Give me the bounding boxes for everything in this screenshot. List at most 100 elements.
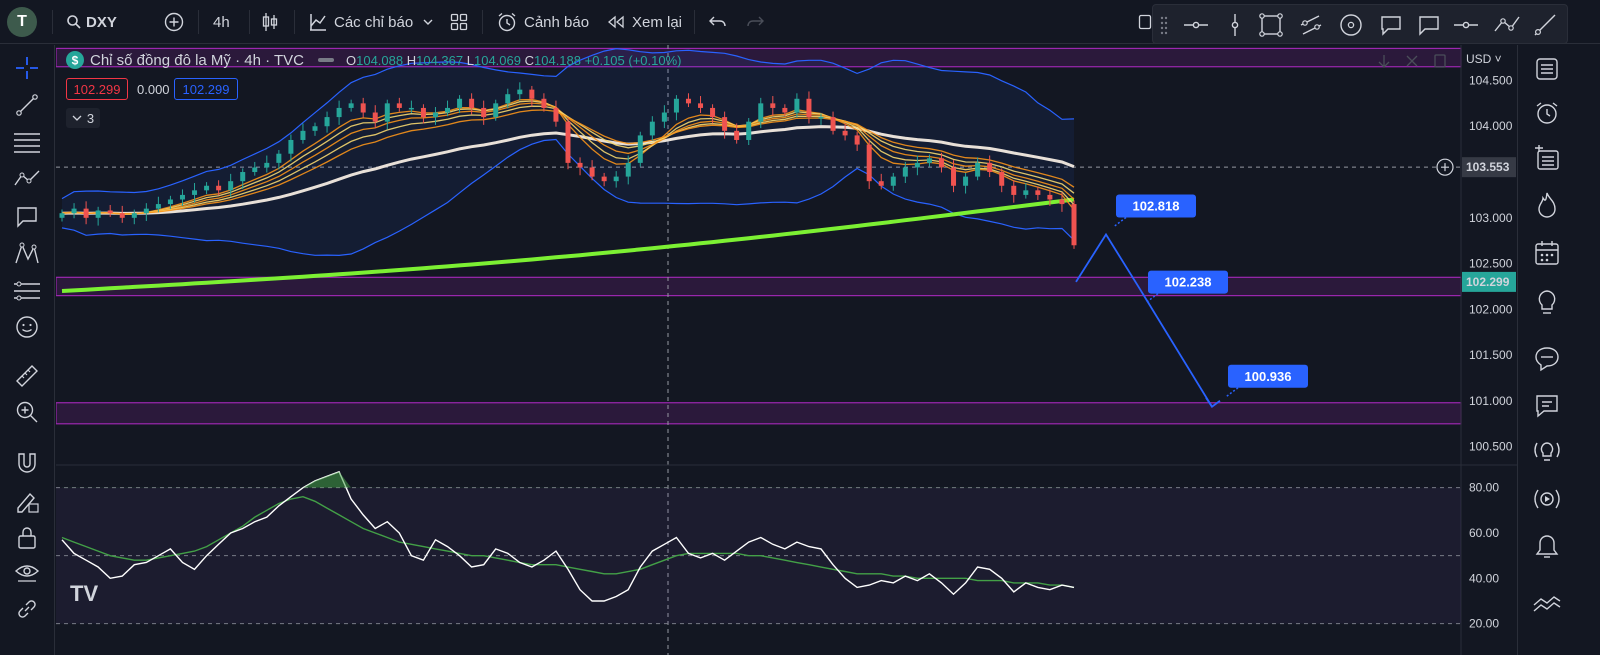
candle-body[interactable] xyxy=(770,103,776,108)
candle-body[interactable] xyxy=(1059,199,1065,205)
candle-body[interactable] xyxy=(685,98,691,104)
horizontal-line-icon[interactable] xyxy=(1183,15,1209,35)
candle-body[interactable] xyxy=(577,162,583,168)
data-window-icon[interactable] xyxy=(1534,145,1560,171)
notifications-icon[interactable] xyxy=(1534,533,1560,561)
calendar-icon[interactable] xyxy=(1534,240,1560,266)
forecast-icon[interactable] xyxy=(13,279,41,303)
link-icon[interactable] xyxy=(15,597,39,621)
candle-body[interactable] xyxy=(469,98,475,108)
candle-body[interactable] xyxy=(782,107,788,113)
ray-icon[interactable] xyxy=(1533,13,1557,37)
candle-body[interactable] xyxy=(902,167,908,177)
crosshair-icon[interactable] xyxy=(15,56,39,80)
vertical-line-icon[interactable] xyxy=(1227,13,1243,37)
hotlist-icon[interactable] xyxy=(1535,191,1559,219)
layers-icon[interactable] xyxy=(1532,593,1562,615)
indicators-button[interactable]: Các chỉ báo xyxy=(308,0,433,44)
candle-body[interactable] xyxy=(722,117,728,131)
candle-body[interactable] xyxy=(1011,185,1017,195)
candle-body[interactable] xyxy=(204,185,210,191)
candle-body[interactable] xyxy=(625,162,631,177)
candle-body[interactable] xyxy=(348,103,354,108)
candle-body[interactable] xyxy=(276,153,282,163)
candle-body[interactable] xyxy=(517,89,523,95)
candle-body[interactable] xyxy=(794,98,800,113)
xabcd-icon[interactable] xyxy=(13,241,41,267)
candle-body[interactable] xyxy=(179,194,185,200)
candle-body[interactable] xyxy=(999,172,1005,186)
callout-icon[interactable] xyxy=(1379,14,1403,36)
candle-body[interactable] xyxy=(746,121,752,140)
fib-icon[interactable] xyxy=(13,130,41,154)
candle-body[interactable] xyxy=(59,213,65,218)
candle-body[interactable] xyxy=(854,135,860,145)
messages-icon[interactable] xyxy=(1534,393,1560,419)
sr-zone[interactable] xyxy=(56,402,1462,425)
symbol-search[interactable]: DXY xyxy=(66,0,117,44)
candle-body[interactable] xyxy=(914,162,920,168)
candle-body[interactable] xyxy=(372,112,378,122)
legend-collapse-icon[interactable] xyxy=(317,58,334,62)
candle-body[interactable] xyxy=(830,117,836,131)
add-alert-icon[interactable] xyxy=(1436,158,1454,176)
path-icon[interactable] xyxy=(1493,13,1521,37)
arrow-down-icon[interactable] xyxy=(1378,54,1390,68)
candle-body[interactable] xyxy=(963,176,969,186)
trendline-icon[interactable] xyxy=(15,93,39,117)
candle-body[interactable] xyxy=(408,107,414,110)
compare-button[interactable] xyxy=(164,0,184,44)
candle-body[interactable] xyxy=(710,107,716,118)
text-icon[interactable] xyxy=(15,205,39,229)
chat-icon[interactable] xyxy=(1533,345,1561,373)
candle-body[interactable] xyxy=(637,135,643,163)
candle-body[interactable] xyxy=(842,130,848,136)
candle-body[interactable] xyxy=(493,103,499,118)
price-chart[interactable]: TV 104.500104.000103.500103.000102.50010… xyxy=(56,45,1517,655)
candle-body[interactable] xyxy=(926,158,932,163)
candle-body[interactable] xyxy=(288,139,294,154)
eye-icon[interactable] xyxy=(14,561,40,585)
candle-body[interactable] xyxy=(155,204,161,209)
parallel-channel-icon[interactable] xyxy=(1299,13,1323,37)
candle-body[interactable] xyxy=(758,103,764,122)
candle-body[interactable] xyxy=(228,181,234,191)
candle-body[interactable] xyxy=(216,185,222,191)
candle-body[interactable] xyxy=(698,103,704,108)
currency-selector[interactable]: USD ˅ xyxy=(1466,52,1502,66)
candle-body[interactable] xyxy=(1071,204,1077,246)
buy-price-chip[interactable]: 102.299 xyxy=(174,78,238,100)
maximize-icon[interactable] xyxy=(1434,54,1446,68)
ruler-icon[interactable] xyxy=(14,363,40,389)
undo-button[interactable] xyxy=(708,0,728,44)
candle-body[interactable] xyxy=(987,162,993,173)
candle-body[interactable] xyxy=(734,130,740,140)
sell-price-chip[interactable]: 102.299 xyxy=(66,78,128,100)
fullscreen-button[interactable] xyxy=(1138,0,1152,44)
candle-body[interactable] xyxy=(553,107,559,122)
candle-body[interactable] xyxy=(119,213,125,218)
candle-body[interactable] xyxy=(1035,190,1041,195)
alarm-icon[interactable] xyxy=(1534,100,1560,126)
candle-body[interactable] xyxy=(240,172,246,182)
redo-button[interactable] xyxy=(745,0,765,44)
candle-body[interactable] xyxy=(95,210,101,218)
price-line-icon[interactable] xyxy=(1453,15,1479,35)
candle-body[interactable] xyxy=(312,126,318,131)
chart-legend[interactable]: $ Chỉ số đồng đô la Mỹ · 4h · TVC O104.0… xyxy=(66,51,681,69)
candle-body[interactable] xyxy=(107,210,113,214)
replay-button[interactable]: Xem lại xyxy=(606,0,682,44)
candle-body[interactable] xyxy=(938,158,944,168)
candle-body[interactable] xyxy=(264,162,270,168)
candle-body[interactable] xyxy=(661,112,667,122)
candle-body[interactable] xyxy=(975,162,981,177)
candle-body[interactable] xyxy=(384,103,390,122)
candle-body[interactable] xyxy=(951,167,957,186)
streams-icon[interactable] xyxy=(1532,484,1562,514)
candle-body[interactable] xyxy=(481,107,487,118)
candle-body[interactable] xyxy=(420,107,426,118)
pattern-icon[interactable] xyxy=(13,167,41,191)
watchlist-icon[interactable] xyxy=(1535,57,1559,81)
candle-body[interactable] xyxy=(601,176,607,182)
candle-body[interactable] xyxy=(445,107,451,113)
